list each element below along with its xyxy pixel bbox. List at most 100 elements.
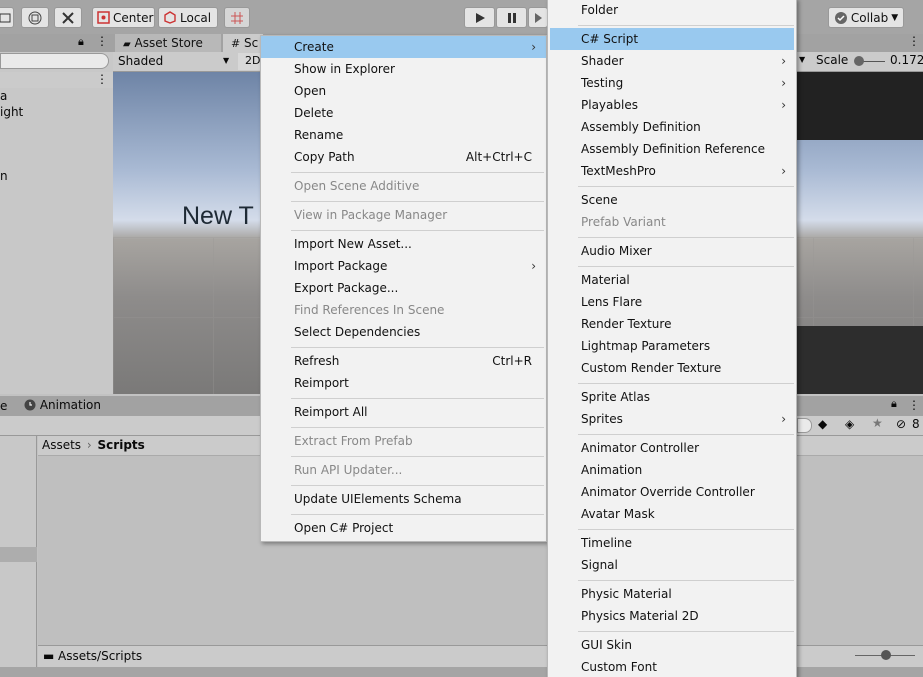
tab-scene[interactable]: # Sc <box>223 34 263 52</box>
scene-options-icon[interactable]: ⋮ <box>96 72 108 86</box>
menu-item-run-api-updater[interactable]: Run API Updater... <box>261 459 546 481</box>
tab-scene-label: Sc <box>244 36 259 50</box>
project-search-input[interactable] <box>797 418 812 433</box>
create-item-sprites[interactable]: Sprites › <box>548 408 796 430</box>
grid-snap-button[interactable] <box>224 7 250 28</box>
pivot-mode-button[interactable]: Center <box>92 7 155 28</box>
menu-item-label: Copy Path <box>294 150 355 164</box>
menu-item-open-csharp-project[interactable]: Open C# Project <box>261 517 546 539</box>
shading-mode-dropdown[interactable]: Shaded ▼ <box>115 53 233 70</box>
bottom-options-icon[interactable]: ⋮ <box>908 398 920 412</box>
toggle-2d-button[interactable]: 2D <box>238 53 260 70</box>
transform-tool-button[interactable] <box>21 7 49 28</box>
step-icon <box>535 12 542 23</box>
aspect-dropdown-icon[interactable]: ▼ <box>799 55 805 64</box>
create-item-gui-skin[interactable]: GUI Skin <box>548 634 796 656</box>
create-item-assembly-definition-reference[interactable]: Assembly Definition Reference <box>548 138 796 160</box>
menu-item-refresh[interactable]: Refresh Ctrl+R <box>261 350 546 372</box>
breadcrumb-root[interactable]: Assets <box>42 438 81 452</box>
menu-item-reimport-all[interactable]: Reimport All <box>261 401 546 423</box>
create-item-textmeshpro[interactable]: TextMeshPro › <box>548 160 796 182</box>
menu-item-label: Open Scene Additive <box>294 179 420 193</box>
menu-item-view-in-package-manager[interactable]: View in Package Manager <box>261 204 546 226</box>
create-item-lightmap-parameters[interactable]: Lightmap Parameters <box>548 335 796 357</box>
menu-item-import-package[interactable]: Import Package › <box>261 255 546 277</box>
hierarchy-item[interactable]: n <box>0 169 8 183</box>
search-by-type-icon[interactable]: ◆ <box>818 417 827 431</box>
breadcrumb-current[interactable]: Scripts <box>98 438 145 452</box>
bottom-lock-icon[interactable]: 🔒︎ <box>891 397 897 411</box>
menu-separator <box>291 201 544 202</box>
menu-item-open[interactable]: Open <box>261 80 546 102</box>
menu-item-select-dependencies[interactable]: Select Dependencies <box>261 321 546 343</box>
menu-item-label: Lens Flare <box>581 295 643 309</box>
menu-item-find-references[interactable]: Find References In Scene <box>261 299 546 321</box>
rect-tool-button[interactable] <box>0 7 14 28</box>
create-item-audio-mixer[interactable]: Audio Mixer <box>548 240 796 262</box>
collab-button[interactable]: Collab ▼ <box>828 7 904 28</box>
create-item-animation[interactable]: Animation <box>548 459 796 481</box>
tab-partial[interactable]: e <box>0 399 7 413</box>
create-item-assembly-definition[interactable]: Assembly Definition <box>548 116 796 138</box>
pivot-rotation-button[interactable]: Local <box>158 7 218 28</box>
menu-item-export-package[interactable]: Export Package... <box>261 277 546 299</box>
icon-size-slider-thumb[interactable] <box>881 650 891 660</box>
favorites-star-icon[interactable]: ★ <box>872 416 883 430</box>
create-item-custom-font[interactable]: Custom Font <box>548 656 796 677</box>
step-button[interactable] <box>528 7 548 28</box>
menu-item-label: Import New Asset... <box>294 237 412 251</box>
menu-item-label: Import Package <box>294 259 388 273</box>
create-item-material[interactable]: Material <box>548 269 796 291</box>
create-item-folder[interactable]: Folder <box>548 0 796 21</box>
create-item-timeline[interactable]: Timeline <box>548 532 796 554</box>
create-item-custom-render-texture[interactable]: Custom Render Texture <box>548 357 796 379</box>
create-item-signal[interactable]: Signal <box>548 554 796 576</box>
create-item-render-texture[interactable]: Render Texture <box>548 313 796 335</box>
menu-item-rename[interactable]: Rename <box>261 124 546 146</box>
hierarchy-item[interactable]: ight <box>0 105 23 119</box>
selected-folder-row[interactable] <box>0 547 37 562</box>
create-item-physic-material[interactable]: Physic Material <box>548 583 796 605</box>
create-item-animator-override-controller[interactable]: Animator Override Controller <box>548 481 796 503</box>
tab-animation[interactable]: Animation <box>24 398 101 414</box>
menu-item-delete[interactable]: Delete <box>261 102 546 124</box>
create-submenu: Folder C# Script Shader › Testing › Playab… <box>547 0 797 677</box>
create-item-playables[interactable]: Playables › <box>548 94 796 116</box>
pause-button[interactable] <box>496 7 527 28</box>
create-item-sprite-atlas[interactable]: Sprite Atlas <box>548 386 796 408</box>
custom-tool-button[interactable] <box>54 7 82 28</box>
create-item-shader[interactable]: Shader › <box>548 50 796 72</box>
menu-item-show-in-explorer[interactable]: Show in Explorer <box>261 58 546 80</box>
menu-item-label: Playables <box>581 98 638 112</box>
tab-asset-store[interactable]: ▰ Asset Store <box>115 34 221 52</box>
create-item-animator-controller[interactable]: Animator Controller <box>548 437 796 459</box>
hidden-packages-icon[interactable]: ⊘ <box>896 417 906 431</box>
create-item-testing[interactable]: Testing › <box>548 72 796 94</box>
menu-item-extract-from-prefab[interactable]: Extract From Prefab <box>261 430 546 452</box>
create-item-prefab-variant[interactable]: Prefab Variant <box>548 211 796 233</box>
scale-slider-thumb[interactable] <box>854 56 864 66</box>
scene-options-menu-icon[interactable]: ⋮ <box>908 34 920 48</box>
menu-item-create[interactable]: Create › <box>261 36 546 58</box>
menu-item-reimport[interactable]: Reimport <box>261 372 546 394</box>
hierarchy-item[interactable]: a <box>0 89 7 103</box>
grid-snap-icon <box>231 11 243 24</box>
more-options-icon[interactable]: ⋮ <box>96 34 108 48</box>
play-button[interactable] <box>464 7 495 28</box>
pivot-mode-label: Center <box>113 10 154 25</box>
search-by-label-icon[interactable]: ◈ <box>845 417 854 431</box>
menu-item-copy-path[interactable]: Copy Path Alt+Ctrl+C <box>261 146 546 168</box>
lock-icon[interactable]: 🔒︎ <box>78 35 84 49</box>
menu-item-import-new-asset[interactable]: Import New Asset... <box>261 233 546 255</box>
menu-item-update-uielements-schema[interactable]: Update UIElements Schema <box>261 488 546 510</box>
create-item-lens-flare[interactable]: Lens Flare <box>548 291 796 313</box>
create-item-avatar-mask[interactable]: Avatar Mask <box>548 503 796 525</box>
menu-separator <box>578 186 794 187</box>
folder-icon: ▬ <box>43 649 55 663</box>
menu-item-shortcut: Ctrl+R <box>492 354 532 368</box>
hierarchy-search-input[interactable] <box>0 53 109 69</box>
create-item-scene[interactable]: Scene <box>548 189 796 211</box>
menu-item-open-scene-additive[interactable]: Open Scene Additive <box>261 175 546 197</box>
create-item-csharp-script[interactable]: C# Script <box>550 28 794 50</box>
create-item-physics-material-2d[interactable]: Physics Material 2D <box>548 605 796 627</box>
